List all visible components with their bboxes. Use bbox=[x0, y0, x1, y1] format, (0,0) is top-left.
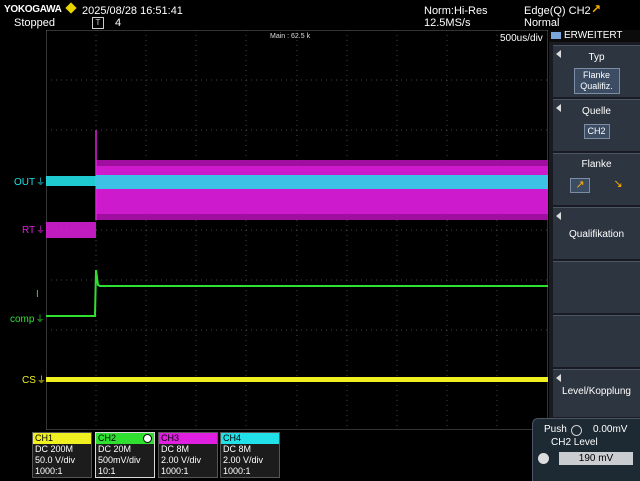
channel-panel-ch4[interactable]: CH4 DC 8M 2.00 V/div 1000:1 bbox=[220, 432, 280, 478]
trace-label-i: I bbox=[36, 289, 39, 300]
push-label: Push bbox=[544, 424, 567, 435]
coupling: DC 200M bbox=[35, 444, 74, 454]
probe: 1000:1 bbox=[161, 466, 189, 476]
jog-knob-icon[interactable] bbox=[538, 453, 549, 464]
menu-icon bbox=[551, 31, 561, 39]
probe: 1000:1 bbox=[223, 466, 251, 476]
trace-out bbox=[46, 175, 548, 189]
trace-cs bbox=[46, 377, 548, 382]
trigger-position-icon: T bbox=[92, 17, 104, 29]
trigger-mode: Normal bbox=[524, 17, 560, 29]
channel-name: CH1 bbox=[33, 433, 91, 444]
ground-icon: ⏚ bbox=[36, 177, 46, 187]
trace-label-rt: RT⏚ bbox=[22, 225, 46, 236]
arrow-left-icon bbox=[556, 212, 561, 220]
brand-diamond-icon bbox=[65, 2, 77, 14]
acquisition-mode: Norm:Hi-Res bbox=[424, 5, 488, 17]
menu-button-flanke[interactable]: Flanke ↗ ↘ bbox=[553, 153, 640, 205]
channel-panel-ch2[interactable]: CH2 DC 20M 500mV/div 10:1 bbox=[95, 432, 155, 478]
soft-menu: ERWEITERT Typ Flanke Qualifiz. Quelle CH… bbox=[549, 30, 640, 418]
channel-panel-ch1[interactable]: CH1 DC 200M 50.0 V/div 1000:1 bbox=[32, 432, 92, 478]
menu-button-quelle[interactable]: Quelle CH2 bbox=[553, 99, 640, 151]
level-title: CH2 Level bbox=[551, 437, 598, 448]
menu-button-empty-1 bbox=[553, 261, 640, 313]
ground-icon: ⏚ bbox=[36, 225, 46, 235]
probe: 10:1 bbox=[98, 466, 116, 476]
datetime: 2025/08/28 16:51:41 bbox=[82, 5, 183, 17]
waveform-display bbox=[46, 130, 548, 382]
menu-button-level-kopplung[interactable]: Level/Kopplung bbox=[553, 369, 640, 417]
coupling: DC 8M bbox=[223, 444, 252, 454]
timebase: 500us/div bbox=[500, 33, 543, 44]
trace-i bbox=[46, 269, 548, 317]
trace-label-out: OUT⏚ bbox=[14, 177, 46, 188]
falling-edge-icon[interactable]: ↘ bbox=[609, 178, 627, 191]
rising-edge-icon: ↗ bbox=[591, 2, 602, 16]
probe: 1000:1 bbox=[35, 466, 63, 476]
trigger-level-panel: Push 0.00mV CH2 Level bbox=[532, 418, 640, 481]
coupling: DC 8M bbox=[161, 444, 190, 454]
ground-icon: ⏚ bbox=[36, 375, 46, 385]
selected-indicator-icon bbox=[143, 434, 152, 443]
push-value: 0.00mV bbox=[593, 424, 628, 435]
scale: 500mV/div bbox=[98, 455, 141, 465]
coupling: DC 20M bbox=[98, 444, 132, 454]
knob-icon[interactable] bbox=[571, 425, 582, 436]
run-state: Stopped bbox=[14, 17, 55, 29]
channel-name: CH4 bbox=[221, 433, 279, 444]
menu-button-qualifikation[interactable]: Qualifikation bbox=[553, 207, 640, 259]
rising-edge-icon[interactable]: ↗ bbox=[570, 178, 590, 193]
quelle-value: CH2 bbox=[583, 124, 610, 139]
brand-logo: YOKOGAWA bbox=[4, 4, 62, 15]
arrow-left-icon bbox=[556, 374, 561, 382]
channel-panel-ch3[interactable]: CH3 DC 8M 2.00 V/div 1000:1 bbox=[158, 432, 218, 478]
channel-name: CH2 bbox=[98, 433, 117, 443]
scale: 2.00 V/div bbox=[223, 455, 264, 465]
record-count: 4 bbox=[115, 17, 122, 29]
main-record-length: Main : 62.5 k bbox=[270, 33, 311, 40]
status-bar: YOKOGAWA 2025/08/28 16:51:41 Stopped T 4… bbox=[0, 0, 640, 30]
level-input[interactable] bbox=[559, 452, 633, 465]
scale: 2.00 V/div bbox=[161, 455, 202, 465]
menu-title: ERWEITERT bbox=[549, 30, 640, 42]
sample-rate: 12.5MS/s bbox=[424, 17, 471, 29]
menu-button-empty-2 bbox=[553, 315, 640, 367]
ground-icon: ⏚ bbox=[35, 314, 45, 324]
menu-button-typ[interactable]: Typ Flanke Qualifiz. bbox=[553, 45, 640, 97]
scale: 50.0 V/div bbox=[35, 455, 76, 465]
typ-value: Flanke Qualifiz. bbox=[573, 68, 620, 94]
trace-label-comp: comp⏚ bbox=[10, 314, 45, 325]
trace-label-cs: CS⏚ bbox=[22, 375, 46, 386]
trigger-setting: Edge(Q) CH2 bbox=[524, 5, 591, 17]
channel-name: CH3 bbox=[159, 433, 217, 444]
